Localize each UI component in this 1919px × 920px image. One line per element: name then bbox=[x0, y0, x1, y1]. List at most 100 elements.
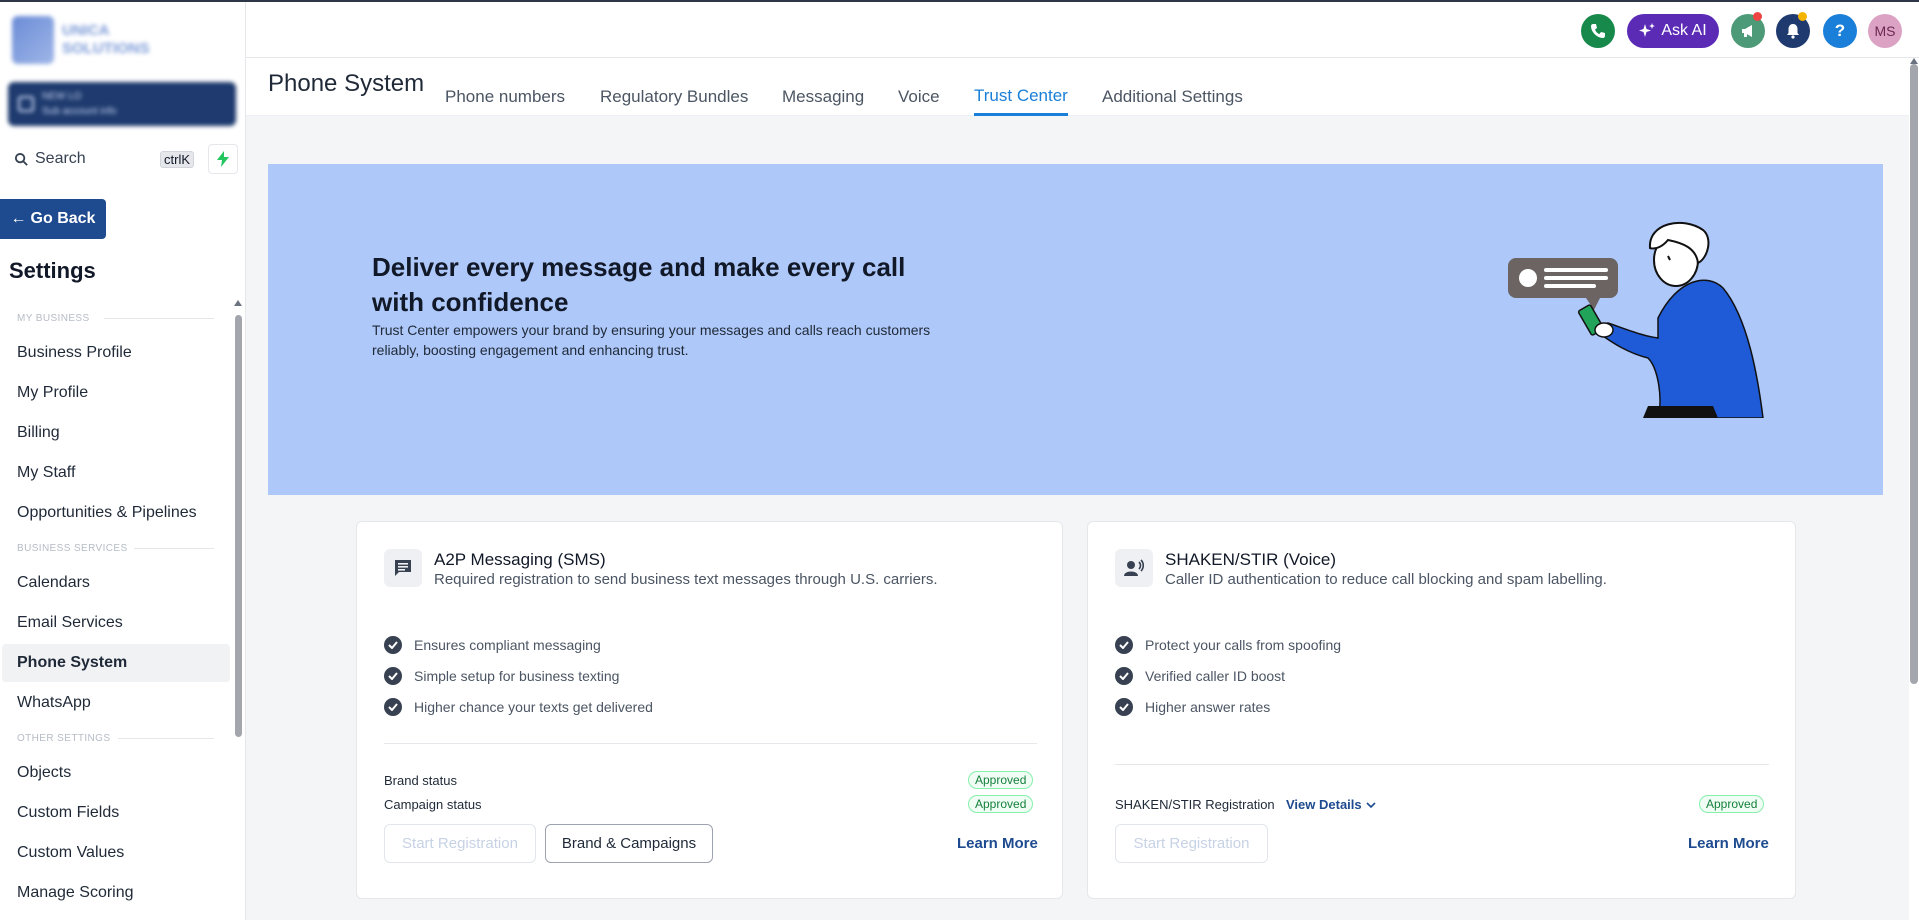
go-back-button[interactable]: ← Go Back bbox=[0, 199, 106, 239]
feature-label: Higher answer rates bbox=[1145, 699, 1271, 715]
notification-dot bbox=[1798, 12, 1807, 21]
sidebar-scrollbar[interactable] bbox=[235, 315, 242, 737]
registration-label: SHAKEN/STIR Registration bbox=[1115, 797, 1275, 812]
sidebar-item-manage-scoring[interactable]: Manage Scoring bbox=[2, 874, 230, 912]
tab-regulatory-bundles[interactable]: Regulatory Bundles bbox=[600, 78, 748, 116]
logo-text-line-1: UNICA bbox=[62, 22, 110, 39]
avatar[interactable]: MS bbox=[1868, 14, 1902, 48]
tab-phone-numbers[interactable]: Phone numbers bbox=[445, 78, 565, 116]
check-circle-icon bbox=[384, 667, 402, 685]
check-circle-icon bbox=[1115, 667, 1133, 685]
sidebar-item-my-profile[interactable]: My Profile bbox=[2, 374, 230, 412]
card-description: Required registration to send business t… bbox=[434, 571, 938, 588]
lightning-icon bbox=[217, 151, 229, 167]
learn-more-link[interactable]: Learn More bbox=[957, 835, 1038, 852]
settings-title: Settings bbox=[9, 258, 96, 283]
sidebar-item-opportunities[interactable]: Opportunities & Pipelines bbox=[2, 494, 230, 532]
account-sub: Sub account info bbox=[42, 106, 117, 117]
check-circle-icon bbox=[384, 636, 402, 654]
tab-messaging[interactable]: Messaging bbox=[782, 78, 864, 116]
card-title: SHAKEN/STIR (Voice) bbox=[1165, 550, 1336, 569]
search-icon bbox=[14, 152, 28, 166]
megaphone-icon bbox=[1742, 25, 1752, 37]
registration-status-badge: Approved bbox=[1699, 795, 1765, 813]
section-rule bbox=[134, 548, 214, 549]
account-name: NEW LO bbox=[42, 91, 82, 102]
page-header: Phone System Phone numbers Regulatory Bu… bbox=[246, 58, 1909, 116]
view-details-toggle[interactable]: View Details bbox=[1286, 797, 1376, 812]
sparkle-icon bbox=[1639, 23, 1656, 37]
page-scrollbar[interactable] bbox=[1910, 64, 1918, 684]
feature-label: Verified caller ID boost bbox=[1145, 668, 1286, 684]
divider bbox=[384, 743, 1037, 744]
top-bar: Ask AI ? MS bbox=[246, 2, 1919, 58]
page-title: Phone System bbox=[268, 70, 425, 97]
card-description: Caller ID authentication to reduce call … bbox=[1165, 571, 1607, 588]
sidebar-item-billing[interactable]: Billing bbox=[2, 414, 230, 452]
account-switcher[interactable]: NEW LO Sub account info bbox=[8, 82, 236, 126]
feature-item: Verified caller ID boost bbox=[1115, 666, 1285, 686]
view-details-label: View Details bbox=[1286, 797, 1362, 812]
quick-actions-button[interactable] bbox=[208, 144, 238, 174]
ask-ai-label: Ask AI bbox=[1661, 22, 1707, 39]
ask-ai-button[interactable]: Ask AI bbox=[1627, 14, 1719, 48]
sidebar-item-custom-values[interactable]: Custom Values bbox=[2, 834, 230, 872]
section-rule bbox=[118, 738, 214, 739]
divider bbox=[1115, 764, 1769, 765]
avatar-initials: MS bbox=[1874, 23, 1896, 39]
person-texting-illustration bbox=[1508, 221, 1764, 418]
logo-mark bbox=[12, 16, 54, 64]
start-registration-button[interactable]: Start Registration bbox=[384, 824, 536, 863]
search-input[interactable]: Search ctrlK bbox=[8, 144, 200, 174]
start-registration-button[interactable]: Start Registration bbox=[1115, 824, 1268, 863]
tab-voice[interactable]: Voice bbox=[898, 78, 940, 116]
chevron-down-icon bbox=[1366, 801, 1376, 808]
tab-additional-settings[interactable]: Additional Settings bbox=[1102, 78, 1243, 116]
brand-status-badge: Approved bbox=[968, 771, 1034, 789]
search-label: Search bbox=[35, 150, 86, 167]
shaken-stir-card: SHAKEN/STIR (Voice) Caller ID authentica… bbox=[1087, 521, 1796, 899]
feature-item: Higher chance your texts get delivered bbox=[384, 697, 653, 717]
sidebar-item-whatsapp[interactable]: WhatsApp bbox=[2, 684, 230, 722]
campaign-status-label: Campaign status bbox=[384, 797, 482, 812]
brand-status-label: Brand status bbox=[384, 773, 457, 788]
section-my-business: MY BUSINESS bbox=[0, 306, 232, 330]
brand-campaigns-button[interactable]: Brand & Campaigns bbox=[545, 824, 713, 863]
hero-subtitle: Trust Center empowers your brand by ensu… bbox=[372, 322, 931, 358]
sidebar-item-phone-system[interactable]: Phone System bbox=[2, 644, 230, 682]
feature-item: Ensures compliant messaging bbox=[384, 635, 601, 655]
section-label: OTHER SETTINGS bbox=[17, 732, 111, 744]
phone-icon bbox=[1591, 24, 1605, 38]
arrow-left-icon: ← bbox=[10, 210, 27, 227]
tab-trust-center[interactable]: Trust Center bbox=[974, 78, 1068, 116]
phone-button[interactable] bbox=[1581, 14, 1615, 48]
card-title: A2P Messaging (SMS) bbox=[434, 550, 606, 569]
campaign-status-badge: Approved bbox=[968, 795, 1034, 813]
logo-text: UNICA SOLUTIONS bbox=[62, 22, 150, 58]
sidebar-scroll-up[interactable] bbox=[234, 300, 242, 306]
feature-item: Higher answer rates bbox=[1115, 697, 1270, 717]
feature-label: Simple setup for business texting bbox=[414, 668, 620, 684]
section-other-settings: OTHER SETTINGS bbox=[0, 726, 232, 750]
company-logo[interactable]: UNICA SOLUTIONS bbox=[12, 14, 184, 66]
section-rule bbox=[104, 318, 214, 319]
sidebar-item-my-staff[interactable]: My Staff bbox=[2, 454, 230, 492]
sidebar-item-custom-fields[interactable]: Custom Fields bbox=[2, 794, 230, 832]
sidebar: UNICA SOLUTIONS NEW LO Sub account info … bbox=[0, 0, 246, 920]
feature-item: Protect your calls from spoofing bbox=[1115, 635, 1341, 655]
sidebar-item-objects[interactable]: Objects bbox=[2, 754, 230, 792]
chat-icon bbox=[384, 549, 422, 587]
sidebar-item-calendars[interactable]: Calendars bbox=[2, 564, 230, 602]
help-icon: ? bbox=[1834, 21, 1846, 40]
go-back-label: Go Back bbox=[30, 210, 96, 227]
section-label: BUSINESS SERVICES bbox=[17, 542, 128, 554]
voice-icon bbox=[1115, 549, 1153, 587]
help-button[interactable]: ? bbox=[1823, 14, 1857, 48]
announcement-dot bbox=[1753, 12, 1762, 21]
learn-more-link[interactable]: Learn More bbox=[1688, 835, 1769, 852]
check-circle-icon bbox=[1115, 698, 1133, 716]
sidebar-item-email-services[interactable]: Email Services bbox=[2, 604, 230, 642]
hero-title: Deliver every message and make every cal… bbox=[372, 252, 906, 317]
feature-label: Protect your calls from spoofing bbox=[1145, 637, 1342, 653]
sidebar-item-business-profile[interactable]: Business Profile bbox=[2, 334, 230, 372]
